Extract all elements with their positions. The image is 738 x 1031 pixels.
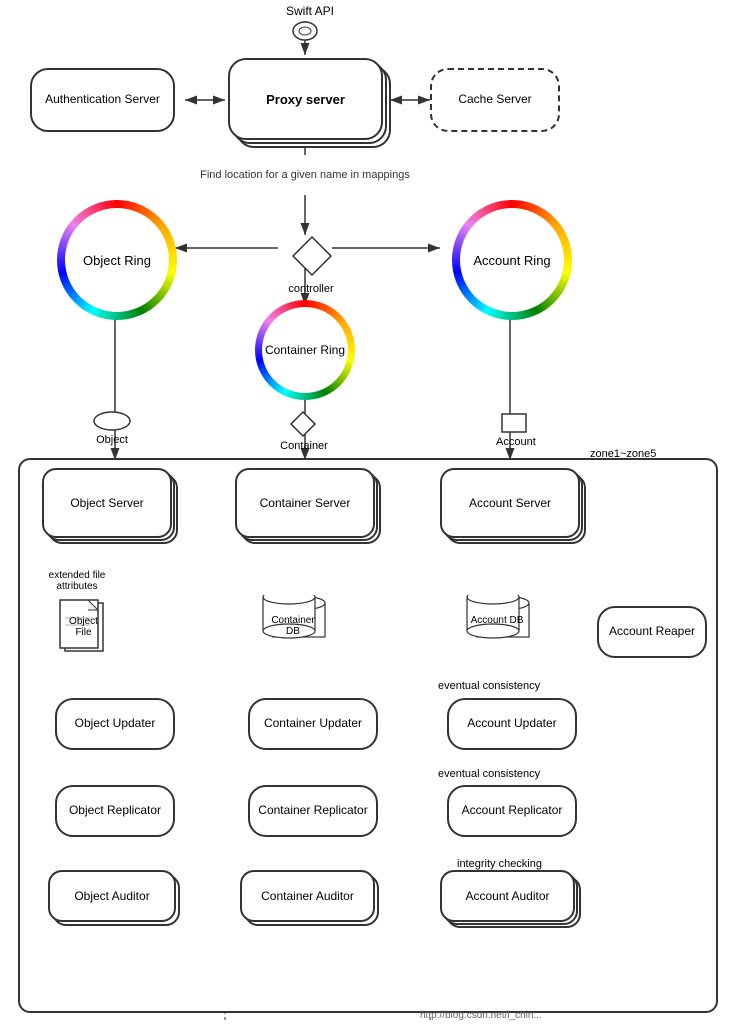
diagram: Swift API Authentication Server Proxy se… <box>0 0 738 1031</box>
object-icon-label: Object <box>92 434 132 446</box>
container-updater-node: Container Updater <box>248 698 378 750</box>
cache-server-node: Cache Server <box>430 68 560 132</box>
eventual-consistency-1-label: eventual consistency <box>438 680 540 692</box>
eventual-consistency-2-label: eventual consistency <box>438 768 540 780</box>
object-auditor-label: Object Auditor <box>74 889 149 903</box>
object-file-label: Object File <box>61 616 106 638</box>
zone-label: zone1~zone5 <box>590 448 656 460</box>
extended-file-label: extended file attributes <box>32 570 122 592</box>
account-icon: Account <box>500 412 528 437</box>
swift-api-icon <box>290 18 320 44</box>
container-icon-label: Container <box>279 440 329 452</box>
watermark: http://blog.csdn.net/l_chin... <box>420 1010 542 1021</box>
container-db-label: Container DB <box>263 615 323 637</box>
account-replicator-node: Account Replicator <box>447 785 577 837</box>
object-ring-node: Object Ring <box>57 200 177 320</box>
container-replicator-node: Container Replicator <box>248 785 378 837</box>
object-icon: Object <box>92 410 132 435</box>
controller-diamond: controller <box>291 235 333 280</box>
container-ring-node: Container Ring <box>255 300 355 400</box>
container-auditor-label: Container Auditor <box>261 889 354 903</box>
auth-server-node: Authentication Server <box>30 68 175 132</box>
object-ring-label: Object Ring <box>83 253 151 268</box>
object-file-icon: Object File <box>55 598 110 659</box>
object-server-label: Object Server <box>70 496 143 510</box>
container-db-icon: Container DB <box>258 595 338 650</box>
account-ring-node: Account Ring <box>452 200 572 320</box>
account-db-icon: Account DB <box>462 595 542 650</box>
integrity-checking-label: integrity checking <box>457 858 542 870</box>
account-auditor-label: Account Auditor <box>465 889 549 903</box>
proxy-server-label: Proxy server <box>266 92 345 107</box>
controller-label: controller <box>281 283 341 295</box>
object-replicator-node: Object Replicator <box>55 785 175 837</box>
account-icon-label: Account <box>496 436 534 448</box>
container-ring-label: Container Ring <box>265 343 345 357</box>
account-db-label: Account DB <box>467 615 527 626</box>
account-server-label: Account Server <box>469 496 551 510</box>
container-icon: Container <box>289 410 317 441</box>
account-updater-node: Account Updater <box>447 698 577 750</box>
account-reaper-node: Account Reaper <box>597 606 707 658</box>
object-updater-node: Object Updater <box>55 698 175 750</box>
container-server-label: Container Server <box>260 496 351 510</box>
find-location-label: Find location for a given name in mappin… <box>200 155 410 195</box>
account-ring-label: Account Ring <box>473 253 550 268</box>
